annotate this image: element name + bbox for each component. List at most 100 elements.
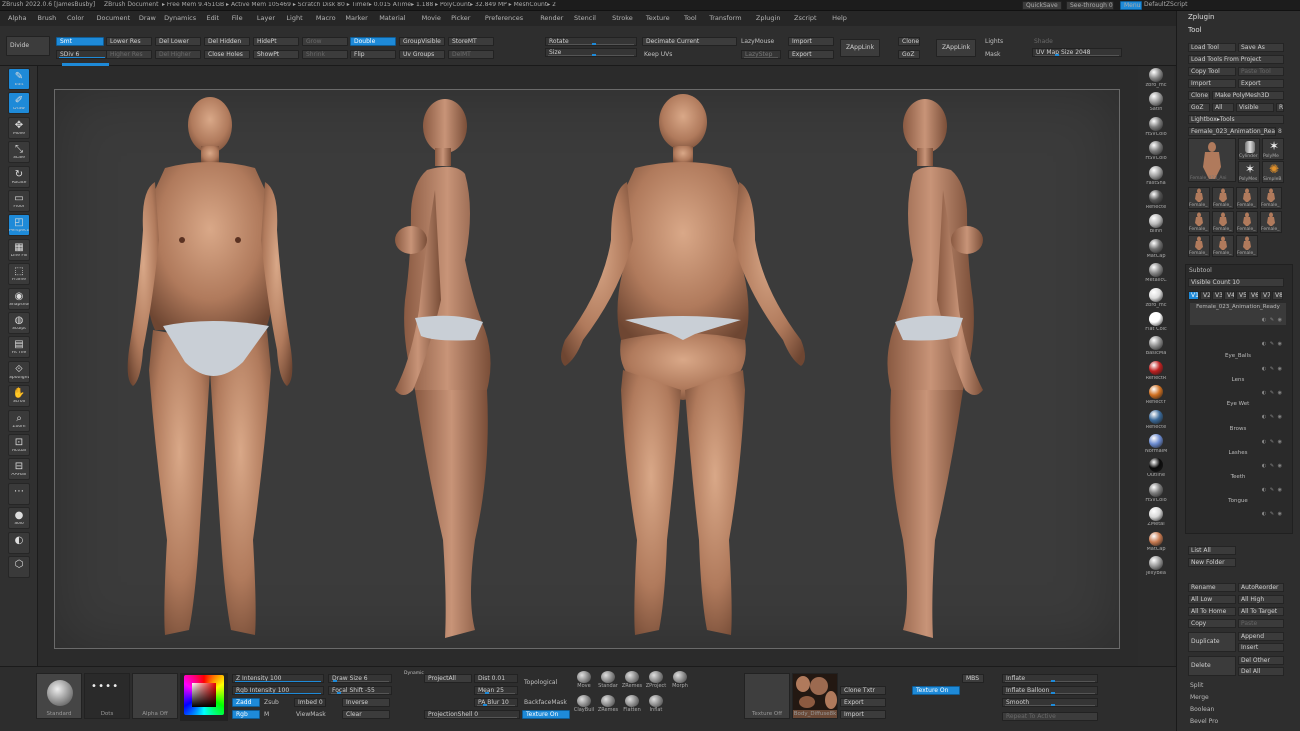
menu-help[interactable]: Help [832, 15, 847, 22]
level-v4-button[interactable]: V4 [1224, 291, 1235, 300]
zapplink-button[interactable]: ZAppLink [840, 39, 880, 57]
tool-header[interactable]: Tool [1188, 27, 1202, 34]
material-swatch[interactable]: ReflectY [1145, 385, 1167, 407]
menu-texture[interactable]: Texture [646, 15, 670, 22]
lazymouse-toggle[interactable]: LazyMouse [741, 39, 774, 45]
menu-stroke[interactable]: Stroke [612, 15, 633, 22]
make-polymesh-button[interactable]: Make PolyMesh3D [1212, 91, 1284, 100]
brush-inflat-button[interactable]: Inflat [644, 695, 668, 713]
level-v7-button[interactable]: V7 [1260, 291, 1271, 300]
inflate-balloon-slider[interactable]: Inflate Balloon [1002, 686, 1098, 695]
lazystep-slider[interactable]: LazyStep [741, 50, 781, 59]
material-swatch[interactable]: FastSha [1145, 165, 1167, 188]
menu-movie[interactable]: Movie [422, 15, 441, 22]
merge-menu[interactable]: Merge [1190, 695, 1209, 701]
material-swatch[interactable]: MatCap [1145, 531, 1167, 554]
zplugin-header[interactable]: Zplugin [1188, 14, 1214, 21]
zapplink-button-2[interactable]: ZAppLink [936, 39, 976, 57]
zsub-toggle[interactable]: Zsub [264, 700, 279, 706]
material-swatch[interactable]: Flat Colc [1145, 312, 1167, 334]
split-menu[interactable]: Split [1190, 683, 1203, 689]
tool-thumb[interactable]: Female_ [1260, 187, 1282, 209]
new-folder-button[interactable]: New Folder [1188, 558, 1236, 567]
insert-button[interactable]: Insert [1238, 643, 1284, 652]
menu-macro[interactable]: Macro [316, 15, 336, 22]
menu-brush[interactable]: Brush [38, 15, 57, 22]
showpt-button[interactable]: ShowPt [253, 50, 299, 59]
uv-map-size-slider[interactable]: UV Map Size 2048 [1032, 48, 1122, 57]
goz-button[interactable]: GoZ [898, 50, 920, 59]
tool-move[interactable]: ✥ Move [8, 116, 30, 139]
export-texture-button[interactable]: Export [840, 698, 886, 707]
tool-solo[interactable]: ● Solo [8, 507, 30, 530]
goz-tool-button[interactable]: GoZ [1188, 103, 1210, 112]
smooth-slider[interactable]: Smooth [1002, 698, 1098, 707]
tool-thumb[interactable]: Female_ [1212, 235, 1234, 257]
menus-toggle[interactable]: Menus [1120, 1, 1142, 10]
subtool-row[interactable]: ◐ ✎ ◉ [1190, 327, 1286, 349]
material-swatch[interactable]: MatCap [1145, 238, 1167, 261]
alpha-slot[interactable]: Alpha Off [132, 673, 178, 719]
material-swatch[interactable]: MetallcC [1145, 263, 1167, 285]
simpleb-thumb[interactable]: ✺ SimpleB [1262, 161, 1284, 183]
hidept-button[interactable]: HidePt [253, 37, 299, 46]
visibility-eye-icon[interactable]: ◐ ✎ ◉ [1262, 415, 1283, 420]
visibility-eye-icon[interactable]: ◐ ✎ ◉ [1262, 366, 1283, 372]
visible-count-slider[interactable]: Visible Count 10 [1188, 278, 1284, 287]
tool-sculpt[interactable]: ◍ Sculpt [8, 312, 30, 334]
level-v2-button[interactable]: V2 [1200, 291, 1211, 300]
smt-toggle[interactable]: Smt [56, 37, 104, 46]
menu-picker[interactable]: Picker [451, 15, 470, 22]
topological-toggle[interactable]: Topological [524, 680, 557, 686]
auto-reorder-button[interactable]: AutoReorder [1238, 583, 1284, 592]
higher-res-button[interactable]: Higher Res [106, 50, 152, 59]
brush-standar-button[interactable]: Standar [596, 671, 620, 689]
menu-transform[interactable]: Transform [709, 15, 741, 22]
pa-blur-slider[interactable]: PA Blur 10 [474, 698, 518, 707]
bevel-pro-menu[interactable]: Bevel Pro [1190, 719, 1218, 725]
tool-floor[interactable]: ▭ Floor [8, 190, 30, 212]
menu-layer[interactable]: Layer [257, 15, 275, 22]
del-all-button[interactable]: Del All [1238, 667, 1284, 676]
divide-button[interactable]: Divide [6, 36, 50, 56]
visibility-eye-icon[interactable]: ◐ ✎ ◉ [1262, 463, 1283, 469]
all-to-target-button[interactable]: All To Target [1238, 607, 1284, 616]
tool-edit[interactable]: ✎ Edit [8, 68, 30, 90]
menu-render[interactable]: Render [540, 15, 563, 22]
flip-button[interactable]: Flip [350, 50, 396, 59]
load-tool-button[interactable]: Load Tool [1188, 43, 1236, 52]
tool-thumb[interactable]: Female_ [1260, 211, 1282, 233]
lower-res-button[interactable]: Lower Res [106, 37, 152, 46]
mbs-button[interactable]: MBS [962, 674, 984, 683]
level-v5-button[interactable]: V5 [1236, 291, 1247, 300]
load-tools-from-project-button[interactable]: Load Tools From Project [1188, 55, 1284, 64]
brush-morph-button[interactable]: Morph [668, 671, 692, 689]
polymesh-thumb[interactable]: ✶ PolyMe [1262, 138, 1284, 160]
projection-shell-slider[interactable]: ProjectionShell 0 [424, 710, 520, 719]
rotate-slider[interactable]: Rotate [545, 37, 637, 46]
sdiv-slider[interactable]: SDiv 6 [56, 50, 108, 59]
brush-move-button[interactable]: Move [572, 671, 596, 689]
material-swatch[interactable]: zbro_mc [1145, 68, 1167, 90]
tool-extra-17[interactable]: ⋯ [8, 482, 30, 505]
storemt-button[interactable]: StoreMT [448, 37, 494, 46]
current-tool-slider[interactable]: Female_023_Animation_Read [1188, 127, 1276, 136]
visibility-eye-icon[interactable]: ◐ ✎ ◉ [1262, 439, 1283, 445]
rgb-intensity-slider[interactable]: Rgb Intensity 100 [232, 686, 324, 695]
default-zscript[interactable]: DefaultZScript [1144, 2, 1187, 8]
see-through-slider[interactable]: See-through 0 [1066, 1, 1114, 10]
tool-scale[interactable]: ⤡ Scale [8, 141, 30, 164]
menu-marker[interactable]: Marker [345, 15, 367, 22]
import-button[interactable]: Import [788, 37, 834, 46]
material-swatch[interactable]: HSVColo [1145, 116, 1167, 139]
visible-button[interactable]: Visible [1236, 103, 1274, 112]
menu-material[interactable]: Material [379, 15, 405, 22]
all-low-button[interactable]: All Low [1188, 595, 1236, 604]
all-high-button[interactable]: All High [1238, 595, 1284, 604]
cylinder-thumb[interactable]: Cylinder [1238, 138, 1260, 160]
material-swatch[interactable]: Outline [1145, 458, 1167, 480]
lights-label[interactable]: Lights [985, 39, 1003, 45]
append-button[interactable]: Append [1238, 632, 1284, 641]
del-lower-button[interactable]: Del Lower [155, 37, 201, 46]
del-higher-button[interactable]: Del Higher [155, 50, 201, 59]
